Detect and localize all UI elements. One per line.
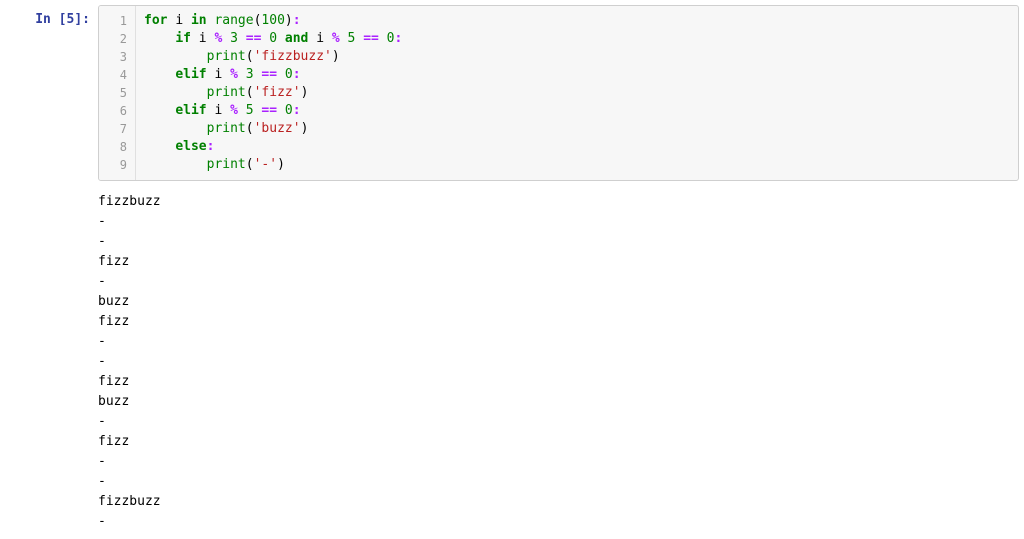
prompt-label: In (35, 12, 51, 27)
input-cell: In [5]: 123456789 for i in range(100): i… (0, 0, 1024, 186)
code-line[interactable]: print('-') (144, 156, 1010, 174)
code-line[interactable]: elif i % 3 == 0: (144, 66, 1010, 84)
line-number: 8 (109, 138, 127, 156)
line-number-gutter: 123456789 (99, 6, 136, 180)
code-line[interactable]: elif i % 5 == 0: (144, 102, 1010, 120)
code-line[interactable]: print('fizzbuzz') (144, 48, 1010, 66)
line-number: 6 (109, 102, 127, 120)
input-prompt: In [5]: (0, 5, 98, 181)
line-number: 9 (109, 156, 127, 174)
line-number: 4 (109, 66, 127, 84)
code-area[interactable]: for i in range(100): if i % 3 == 0 and i… (136, 6, 1018, 180)
output-cell: fizzbuzz - - fizz - buzz fizz - - fizz b… (0, 186, 1024, 537)
code-line[interactable]: print('fizz') (144, 84, 1010, 102)
line-number: 2 (109, 30, 127, 48)
code-editor[interactable]: 123456789 for i in range(100): if i % 3 … (98, 5, 1019, 181)
code-line[interactable]: else: (144, 138, 1010, 156)
line-number: 3 (109, 48, 127, 66)
code-line[interactable]: for i in range(100): (144, 12, 1010, 30)
line-number: 1 (109, 12, 127, 30)
output-prompt-spacer (0, 186, 90, 532)
line-number: 5 (109, 84, 127, 102)
stdout-output: fizzbuzz - - fizz - buzz fizz - - fizz b… (90, 186, 1019, 532)
code-line[interactable]: print('buzz') (144, 120, 1010, 138)
code-line[interactable]: if i % 3 == 0 and i % 5 == 0: (144, 30, 1010, 48)
line-number: 7 (109, 120, 127, 138)
